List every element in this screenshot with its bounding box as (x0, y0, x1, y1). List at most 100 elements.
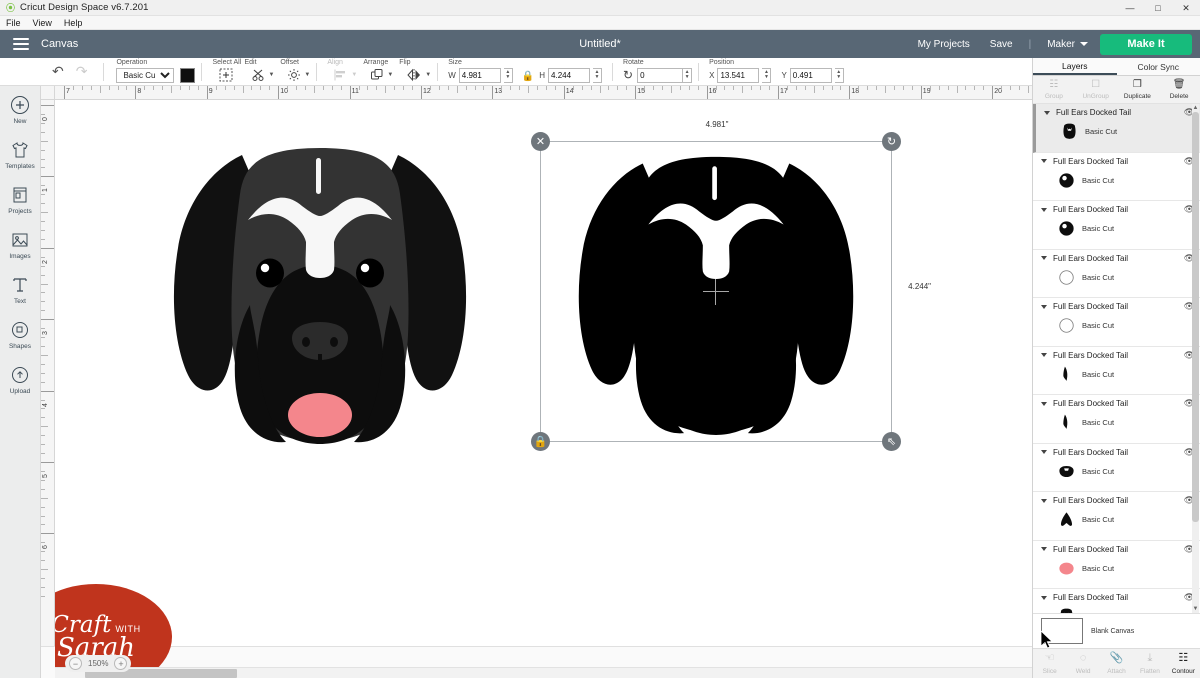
layer-thumbnail[interactable] (1057, 219, 1076, 238)
minus-circle-icon[interactable]: − (69, 657, 82, 670)
rotate-input[interactable] (637, 68, 683, 83)
x-input[interactable] (717, 68, 759, 83)
chevron-down-icon[interactable] (1041, 450, 1047, 454)
plus-circle-icon[interactable]: + (114, 657, 127, 670)
ruler-major-tick (635, 86, 636, 99)
machine-selector[interactable]: Maker (1037, 39, 1092, 50)
rail-item-new[interactable]: New (0, 94, 41, 125)
layer-row[interactable]: Full Ears Docked Tail👁Basic Cut (1033, 541, 1200, 590)
slice-button[interactable]: ☜ Slice (1033, 650, 1066, 676)
layer-row[interactable]: Full Ears Docked Tail👁Basic Cut (1033, 444, 1200, 493)
operation-color-swatch[interactable] (180, 68, 195, 83)
scroll-up-arrow-icon[interactable]: ▲ (1192, 104, 1199, 112)
undo-arrow-icon[interactable]: ↶ (52, 63, 64, 80)
layer-row[interactable]: Full Ears Docked Tail👁Basic Cut (1033, 250, 1200, 299)
layer-thumbnail[interactable] (1057, 316, 1076, 335)
make-it-button[interactable]: Make It (1100, 34, 1192, 55)
close-x-icon[interactable]: ✕ (531, 132, 550, 151)
y-spinner[interactable]: ▲▼ (835, 68, 844, 83)
layer-thumbnail[interactable] (1057, 413, 1076, 432)
duplicate-button[interactable]: ❐ Duplicate (1117, 76, 1159, 103)
layer-row[interactable]: Full Ears Docked Tail👁Basic Cut (1033, 347, 1200, 396)
ruler-minor-tick (403, 86, 404, 90)
layer-thumbnail[interactable] (1057, 462, 1076, 481)
rail-item-images[interactable]: Images (0, 229, 41, 260)
height-input[interactable] (548, 68, 590, 83)
canvas-horizontal-scrollbar[interactable] (55, 667, 1032, 678)
group-button[interactable]: ☷ Group (1033, 76, 1075, 103)
maximize-button[interactable]: □ (1144, 0, 1172, 16)
attach-button[interactable]: 📎 Attach (1100, 650, 1133, 676)
redo-arrow-icon[interactable]: ↷ (76, 63, 88, 80)
delete-button[interactable]: 🗑 Delete (1158, 76, 1200, 103)
layer-thumbnail[interactable] (1057, 510, 1076, 529)
ungroup-button[interactable]: ☐ UnGroup (1075, 76, 1117, 103)
chevron-down-icon[interactable] (1041, 256, 1047, 260)
resize-handle-icon[interactable]: ⇖ (882, 432, 901, 451)
rail-item-projects[interactable]: Projects (0, 184, 41, 215)
y-input[interactable] (790, 68, 832, 83)
rail-item-text[interactable]: Text (0, 274, 41, 305)
blank-canvas-row[interactable]: Blank Canvas (1033, 613, 1200, 648)
chevron-down-icon[interactable] (1041, 208, 1047, 212)
scrollbar-thumb[interactable] (1192, 112, 1199, 522)
layer-operation: Basic Cut (1082, 273, 1114, 282)
scroll-down-arrow-icon[interactable]: ▼ (1192, 605, 1199, 613)
layer-thumbnail[interactable] (1057, 559, 1076, 578)
menu-file[interactable]: File (0, 18, 27, 28)
design-canvas[interactable]: 4.981" 4.244" ✕ ↻ 🔒 ⇖ Craft WITH Sarah −… (55, 100, 1032, 678)
weld-button[interactable]: ◌ Weld (1066, 650, 1099, 676)
height-spinner[interactable]: ▲▼ (593, 68, 602, 83)
lock-aspect-icon[interactable]: 🔒 (522, 71, 534, 83)
layer-thumbnail[interactable] (1057, 607, 1076, 613)
width-spinner[interactable]: ▲▼ (504, 68, 513, 83)
close-button[interactable]: ✕ (1172, 0, 1200, 16)
rail-item-upload[interactable]: Upload (0, 364, 41, 395)
menu-help[interactable]: Help (58, 18, 89, 28)
dog-artwork-color[interactable] (130, 130, 510, 460)
ruler-minor-tick (100, 86, 101, 93)
layers-list[interactable]: Full Ears Docked Tail👁Basic CutFull Ears… (1033, 104, 1200, 613)
save-button[interactable]: Save (980, 39, 1023, 50)
tab-color-sync[interactable]: Color Sync (1117, 58, 1200, 75)
layer-row[interactable]: Full Ears Docked Tail👁Basic Cut (1033, 589, 1200, 613)
layer-row[interactable]: Full Ears Docked Tail👁Basic Cut (1033, 298, 1200, 347)
chevron-down-icon[interactable] (1041, 402, 1047, 406)
layer-thumbnail[interactable] (1057, 268, 1076, 287)
chevron-down-icon[interactable] (1041, 159, 1047, 163)
rotate-spinner[interactable]: ▲▼ (683, 68, 692, 83)
layer-row[interactable]: Full Ears Docked Tail👁Basic Cut (1033, 201, 1200, 250)
minimize-button[interactable]: — (1116, 0, 1144, 16)
rail-item-shapes[interactable]: Shapes (0, 319, 41, 350)
hamburger-icon[interactable] (13, 38, 29, 50)
selection-bounding-box[interactable]: 4.981" 4.244" ✕ ↻ 🔒 ⇖ (540, 141, 892, 442)
menu-view[interactable]: View (27, 18, 58, 28)
rail-item-templates[interactable]: Templates (0, 139, 41, 170)
x-spinner[interactable]: ▲▼ (762, 68, 771, 83)
layer-row[interactable]: Full Ears Docked Tail👁Basic Cut (1033, 153, 1200, 202)
select-all-icon[interactable] (212, 68, 240, 82)
layer-thumbnail[interactable] (1057, 171, 1076, 190)
contour-button[interactable]: ☷ Contour (1167, 650, 1200, 676)
tab-layers[interactable]: Layers (1033, 58, 1117, 75)
ruler-minor-tick (680, 86, 681, 90)
delete-trash-icon: 🗑 (1173, 77, 1186, 92)
rotate-handle-icon[interactable]: ↻ (882, 132, 901, 151)
my-projects-link[interactable]: My Projects (908, 39, 980, 50)
layers-scrollbar[interactable]: ▲▼ (1192, 104, 1199, 613)
chevron-down-icon[interactable] (1044, 111, 1050, 115)
layer-thumbnail[interactable] (1057, 365, 1076, 384)
width-input[interactable] (459, 68, 501, 83)
layer-row[interactable]: Full Ears Docked Tail👁Basic Cut (1033, 395, 1200, 444)
layer-row[interactable]: Full Ears Docked Tail👁Basic Cut (1033, 492, 1200, 541)
chevron-down-icon[interactable] (1041, 353, 1047, 357)
chevron-down-icon[interactable] (1041, 547, 1047, 551)
chevron-down-icon[interactable] (1041, 499, 1047, 503)
layer-thumbnail[interactable] (1060, 122, 1079, 141)
flatten-button[interactable]: ⤓ Flatten (1133, 650, 1166, 676)
chevron-down-icon[interactable] (1041, 305, 1047, 309)
operation-select[interactable]: Basic Cut (116, 68, 174, 83)
chevron-down-icon[interactable] (1041, 596, 1047, 600)
lock-handle-icon[interactable]: 🔒 (531, 432, 550, 451)
layer-row[interactable]: Full Ears Docked Tail👁Basic Cut (1033, 104, 1200, 153)
